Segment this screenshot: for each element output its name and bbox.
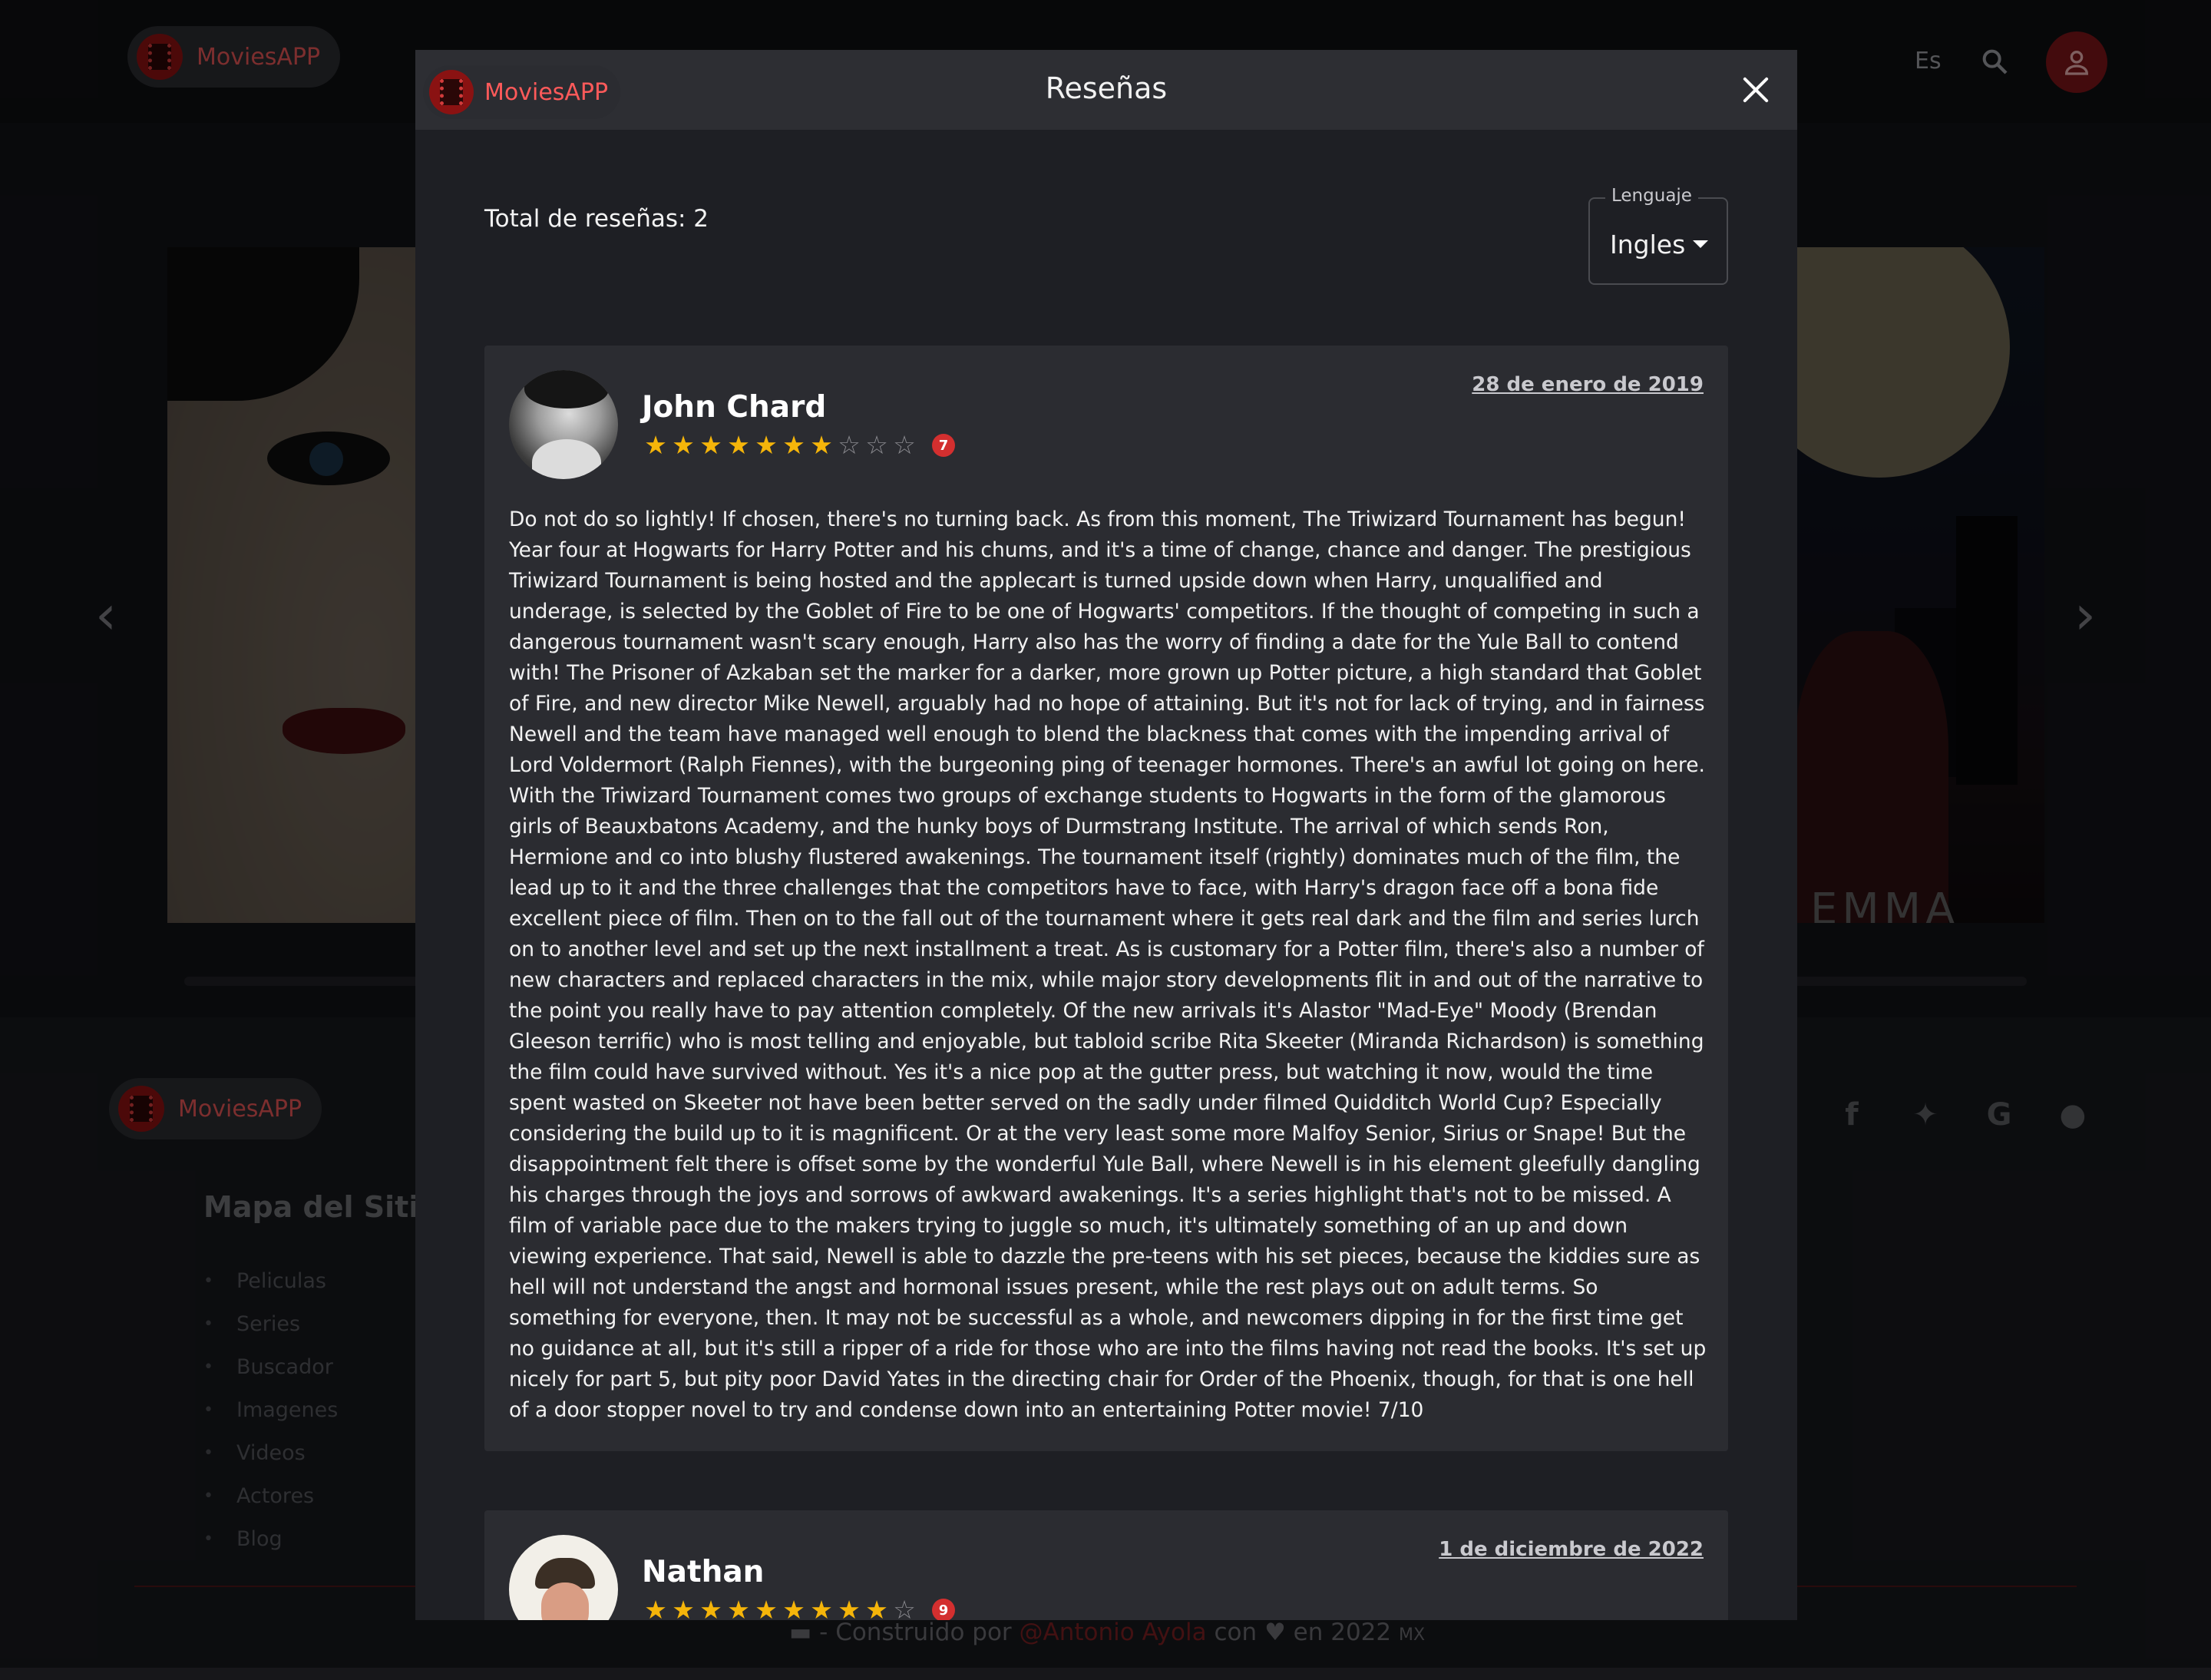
star-filled-icon: ★	[727, 1595, 750, 1621]
star-filled-icon: ★	[672, 1595, 695, 1621]
reviews-modal: MoviesAPP Reseñas Total de reseñas: 2 Le…	[415, 50, 1797, 1620]
avatar	[509, 1535, 618, 1620]
star-filled-icon: ★	[755, 1595, 778, 1621]
language-select-label: Lenguaje	[1605, 186, 1698, 206]
review-card: John Chard ★ ★ ★ ★ ★ ★ ★ ☆ ☆ ☆ 7 28 de enero de 20…	[484, 346, 1728, 1451]
star-filled-icon: ★	[865, 1595, 888, 1621]
review-content: Do not do so lightly! If chosen, there's…	[509, 508, 1707, 1422]
star-filled-icon: ★	[838, 1595, 861, 1621]
star-filled-icon: ★	[699, 430, 722, 460]
star-rating: ★ ★ ★ ★ ★ ★ ★ ☆ ☆ ☆ 7	[642, 432, 955, 459]
star-filled-icon: ★	[644, 1595, 667, 1621]
star-filled-icon: ★	[644, 430, 667, 460]
star-filled-icon: ★	[727, 430, 750, 460]
star-rating: ★ ★ ★ ★ ★ ★ ★ ★ ★ ☆ 9	[642, 1596, 955, 1620]
star-filled-icon: ★	[810, 1595, 833, 1621]
review-author: Nathan	[642, 1555, 765, 1589]
rating-badge: 9	[932, 1599, 955, 1620]
star-filled-icon: ★	[699, 1595, 722, 1621]
star-empty-icon: ☆	[893, 430, 916, 460]
caret-down-icon	[1693, 240, 1708, 248]
total-reviews: Total de reseñas: 2	[484, 205, 709, 233]
star-empty-icon: ☆	[893, 1595, 916, 1621]
close-icon[interactable]	[1740, 74, 1771, 105]
review-date[interactable]: 28 de enero de 2019	[1472, 373, 1704, 396]
review-card: Nathan ★ ★ ★ ★ ★ ★ ★ ★ ★ ☆ 9 1 de diciembre de 202…	[484, 1510, 1728, 1620]
star-empty-icon: ☆	[865, 430, 888, 460]
star-filled-icon: ★	[782, 430, 805, 460]
language-select[interactable]: Lenguaje Ingles	[1588, 186, 1728, 285]
modal-title: Reseñas	[1045, 71, 1168, 105]
star-filled-icon: ★	[782, 1595, 805, 1621]
star-filled-icon: ★	[755, 430, 778, 460]
avatar	[509, 370, 618, 479]
star-filled-icon: ★	[672, 430, 695, 460]
modal-header: MoviesAPP Reseñas	[415, 50, 1797, 130]
language-select-value: Ingles	[1610, 230, 1686, 260]
star-filled-icon: ★	[810, 430, 833, 460]
review-date[interactable]: 1 de diciembre de 2022	[1439, 1538, 1704, 1561]
review-author: John Chard	[642, 390, 827, 425]
star-empty-icon: ☆	[838, 430, 861, 460]
rating-badge: 7	[932, 434, 955, 457]
